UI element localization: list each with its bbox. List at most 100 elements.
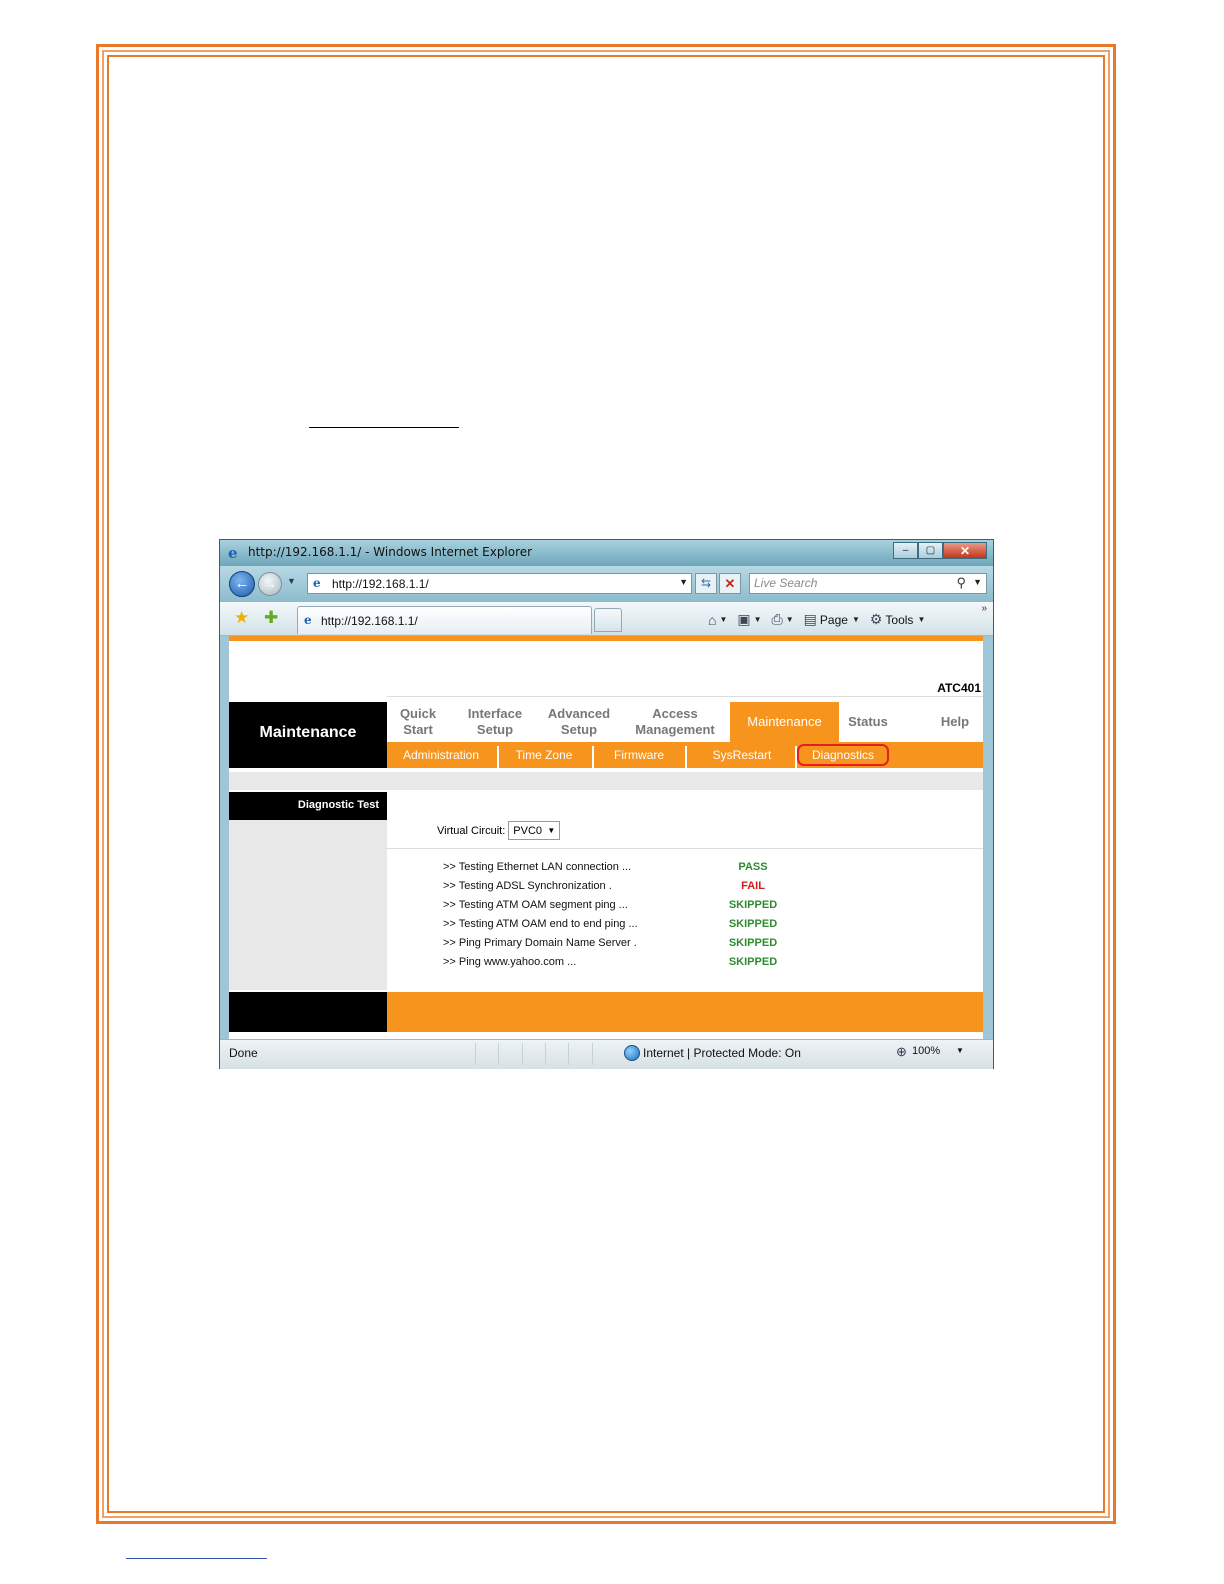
test-result: SKIPPED [728, 937, 778, 949]
address-field[interactable]: e http://192.168.1.1/ ▼ [307, 573, 692, 594]
test-label: >> Testing Ethernet LAN connection ... [443, 861, 632, 873]
submenu-firmware[interactable]: Firmware [594, 742, 684, 768]
heading-underline [309, 427, 459, 428]
diagnostics-highlight-circle [797, 744, 889, 766]
test-label: >> Testing ATM OAM segment ping ... [443, 899, 628, 911]
sub-menu: Administration Time Zone Firmware SysRes… [387, 742, 983, 768]
top-accent-line [229, 636, 983, 641]
test-result: SKIPPED [728, 899, 778, 911]
search-dropdown-icon[interactable]: ▼ [973, 577, 982, 587]
zoom-level[interactable]: 100% [912, 1045, 940, 1057]
list-item: >> Ping Primary Domain Name Server . SKI… [443, 937, 783, 956]
feeds-icon[interactable]: ▣ [737, 611, 750, 628]
test-label: >> Testing ATM OAM end to end ping ... [443, 918, 638, 930]
back-button[interactable]: ← [229, 571, 255, 597]
menu-advanced-setup[interactable]: Advanced Setup [539, 702, 619, 742]
header-divider [387, 696, 983, 697]
list-item: >> Ping www.yahoo.com ... SKIPPED [443, 956, 783, 975]
command-bar: ★ ✚ e http://192.168.1.1/ ⌂ ▼ ▣ ▼ ⎙ ▼ ▤ Pag… [220, 602, 993, 636]
tab-label: http://192.168.1.1/ [321, 614, 418, 628]
list-item: >> Testing ATM OAM end to end ping ... S… [443, 918, 783, 937]
section-title: Maintenance [259, 724, 357, 741]
security-zone[interactable]: Internet | Protected Mode: On [643, 1046, 801, 1060]
zoom-icon[interactable]: ⊕ [896, 1044, 907, 1060]
virtual-circuit-value: PVC0 [513, 824, 543, 837]
submenu-time-zone[interactable]: Time Zone [499, 742, 589, 768]
test-label: >> Testing ADSL Synchronization . [443, 880, 612, 892]
page-dropdown-icon[interactable]: ▼ [852, 615, 860, 624]
page-menu-icon[interactable]: ▤ [804, 611, 817, 628]
list-item: >> Testing Ethernet LAN connection ... P… [443, 861, 783, 880]
menu-maintenance[interactable]: Maintenance [730, 702, 839, 742]
list-item: >> Testing ATM OAM segment ping ... SKIP… [443, 899, 783, 918]
section-header: Maintenance [229, 702, 387, 768]
zoom-dropdown-icon[interactable]: ▼ [956, 1046, 964, 1055]
main-menu: Quick Start Interface Setup Advanced Set… [387, 702, 983, 742]
virtual-circuit-label: Virtual Circuit: [437, 824, 506, 837]
menu-interface-setup[interactable]: Interface Setup [455, 702, 535, 742]
status-bar: Done Internet | Protected Mode: On ⊕ 100… [220, 1039, 993, 1069]
window-title: http://192.168.1.1/ - Windows Internet E… [248, 545, 533, 559]
menu-quick-start[interactable]: Quick Start [387, 702, 449, 742]
tab-current[interactable]: e http://192.168.1.1/ [297, 606, 592, 634]
address-dropdown-icon[interactable]: ▼ [679, 577, 688, 587]
tab-page-icon: e [304, 613, 312, 627]
list-item: >> Testing ADSL Synchronization . FAIL [443, 880, 783, 899]
favorites-star-icon[interactable]: ★ [234, 608, 249, 628]
chevron-down-icon: ▼ [547, 826, 556, 835]
window-controls: – ▢ ✕ [893, 542, 987, 560]
command-tools: ⌂ ▼ ▣ ▼ ⎙ ▼ ▤ Page ▼ ⚙ Tools ▼ [708, 611, 935, 628]
frame-right-edge [983, 636, 993, 1039]
test-label: >> Ping Primary Domain Name Server . [443, 937, 637, 949]
status-text: Done [229, 1046, 258, 1060]
chevron-right-icon[interactable]: » [981, 603, 987, 614]
menu-help[interactable]: Help [927, 702, 983, 742]
test-result: FAIL [741, 880, 765, 892]
tools-menu-button[interactable]: Tools [885, 613, 913, 627]
submenu-sysrestart[interactable]: SysRestart [687, 742, 797, 768]
menu-access-management[interactable]: Access Management [625, 702, 725, 742]
maximize-button[interactable]: ▢ [918, 542, 943, 559]
forward-button[interactable]: → [258, 572, 282, 596]
browser-window: e http://192.168.1.1/ - Windows Internet… [219, 539, 994, 1069]
ie-logo-icon: e [228, 544, 238, 562]
footer-left [229, 992, 387, 1032]
gear-icon[interactable]: ⚙ [870, 611, 883, 628]
print-dropdown-icon[interactable]: ▼ [786, 615, 794, 624]
footer-bar [387, 992, 983, 1032]
gray-band [229, 772, 983, 790]
print-icon[interactable]: ⎙ [772, 611, 783, 628]
search-icon[interactable]: ⚲ [956, 575, 966, 591]
refresh-button[interactable]: ⇆ [695, 573, 717, 594]
title-bar: e http://192.168.1.1/ - Windows Internet… [220, 540, 993, 566]
page-menu-button[interactable]: Page [820, 613, 848, 627]
search-box[interactable]: ⚲ ▼ [749, 573, 987, 594]
search-input[interactable] [754, 576, 944, 590]
test-label: >> Ping www.yahoo.com ... [443, 956, 577, 968]
virtual-circuit-row: Virtual Circuit: PVC0 ▼ [437, 821, 561, 840]
new-tab-button[interactable] [594, 608, 622, 632]
virtual-circuit-select[interactable]: PVC0 ▼ [508, 821, 561, 840]
router-page: ATC401 Maintenance Quick Start Interface… [229, 636, 983, 1039]
sidebar-label: Diagnostic Test [297, 799, 379, 811]
test-result: PASS [738, 861, 768, 873]
model-label: ATC401 [937, 681, 981, 695]
home-icon[interactable]: ⌂ [708, 612, 716, 628]
status-cells [475, 1043, 615, 1065]
submenu-administration[interactable]: Administration [387, 742, 495, 768]
tools-dropdown-icon[interactable]: ▼ [917, 615, 925, 624]
content-divider [387, 848, 983, 849]
menu-status[interactable]: Status [839, 702, 897, 742]
feeds-dropdown-icon[interactable]: ▼ [754, 615, 762, 624]
history-dropdown-icon[interactable]: ▼ [287, 576, 296, 586]
test-result: SKIPPED [728, 956, 778, 968]
close-button[interactable]: ✕ [943, 542, 987, 559]
sidebar-header: Diagnostic Test [229, 792, 387, 820]
add-favorites-icon[interactable]: ✚ [264, 608, 278, 628]
home-dropdown-icon[interactable]: ▼ [719, 615, 727, 624]
address-toolbar: ← → ▼ e http://192.168.1.1/ ▼ ⇆ ✕ ⚲ ▼ [220, 566, 993, 602]
stop-button[interactable]: ✕ [719, 573, 741, 594]
address-url[interactable]: http://192.168.1.1/ [332, 577, 429, 591]
minimize-button[interactable]: – [893, 542, 918, 559]
frame-left-edge [220, 636, 229, 1039]
